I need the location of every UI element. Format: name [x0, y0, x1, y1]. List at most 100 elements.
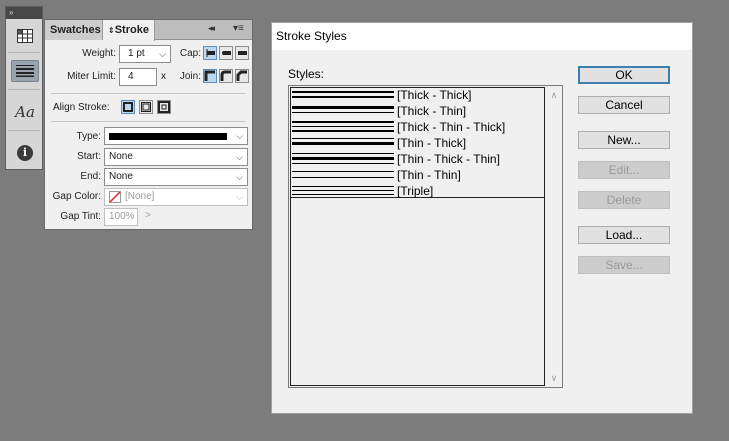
panel-tab-bar: Swatches ⇕Stroke ◂◂ ▾≡ — [45, 20, 252, 41]
tab-stroke-label: Stroke — [114, 24, 149, 36]
projecting-cap-button[interactable] — [235, 46, 249, 60]
styles-items: [Thick - Thick] [Thick - Thin] [Thick - … — [290, 87, 545, 198]
miter-join-button[interactable] — [203, 69, 217, 83]
round-join-button[interactable] — [219, 69, 233, 83]
list-item-label: [Thin - Thick - Thin] — [397, 152, 500, 166]
scroll-down-icon[interactable]: ∨ — [546, 370, 562, 386]
list-item-label: [Thick - Thick] — [397, 88, 472, 102]
start-value: None — [109, 151, 133, 162]
chevron-down-icon: ⌵ — [159, 49, 166, 59]
thin-thin-swatch — [292, 171, 394, 178]
divider — [8, 89, 40, 90]
stroke-panel-button[interactable] — [11, 60, 39, 82]
cap-label: Cap: — [179, 48, 201, 59]
end-value: None — [109, 171, 133, 182]
panel-menu-icon[interactable]: ▾≡ — [233, 23, 244, 34]
stroke-panel: Swatches ⇕Stroke ◂◂ ▾≡ Weight: ▲▼ 1 pt ⌵… — [44, 19, 253, 230]
list-item-thick-thin[interactable]: [Thick - Thin] — [290, 103, 545, 119]
chevron-down-icon: ⌵ — [236, 152, 243, 162]
butt-cap-icon — [206, 49, 215, 57]
butt-cap-button[interactable] — [203, 46, 217, 60]
save-styles-button[interactable]: Save... — [578, 256, 670, 274]
miter-limit-field[interactable]: 4 — [119, 68, 157, 86]
list-item-label: [Thin - Thick] — [397, 136, 467, 150]
thick-thin-thick-swatch — [292, 121, 394, 132]
list-item-triple[interactable]: [Triple] — [290, 183, 545, 199]
list-item-label: [Thin - Thin] — [397, 168, 461, 182]
scroll-up-icon[interactable]: ∧ — [546, 87, 562, 103]
delete-style-button[interactable]: Delete — [578, 191, 670, 209]
styles-label: Styles: — [288, 67, 325, 81]
stroke-type-select[interactable]: ⌵ — [104, 127, 248, 145]
weight-label: Weight: — [82, 48, 116, 59]
bevel-join-icon — [236, 70, 247, 81]
dialog-title-bar[interactable]: Stroke Styles — [272, 23, 692, 50]
end-select[interactable]: None ⌵ — [104, 168, 248, 186]
divider — [8, 52, 40, 53]
ok-button[interactable]: OK — [578, 66, 670, 84]
edit-style-button[interactable]: Edit... — [578, 161, 670, 179]
thin-thick-swatch — [292, 138, 394, 145]
dock-collapse-bar[interactable]: » — [6, 7, 42, 19]
round-cap-button[interactable] — [219, 46, 233, 60]
panel-dock-strip: » Aa i — [5, 6, 43, 170]
solid-line-swatch — [109, 133, 227, 140]
character-styles-icon: Aa — [15, 103, 35, 121]
cancel-button[interactable]: Cancel — [578, 96, 670, 114]
thin-thick-thin-swatch — [292, 153, 394, 164]
chevron-down-icon: ⌵ — [236, 192, 243, 202]
gap-color-select[interactable]: [None] ⌵ — [104, 188, 248, 206]
swatches-panel-button[interactable] — [11, 25, 39, 47]
list-item-label: [Thick - Thin - Thick] — [397, 120, 506, 134]
align-inside-button[interactable] — [139, 100, 153, 114]
gap-tint-label: Gap Tint: — [60, 211, 101, 222]
list-item-thin-thick-thin[interactable]: [Thin - Thick - Thin] — [290, 151, 545, 167]
miter-unit: x — [161, 71, 166, 82]
thick-thick-swatch — [292, 91, 394, 98]
no-color-icon — [109, 191, 121, 203]
new-style-button[interactable]: New... — [578, 131, 670, 149]
expand-icon[interactable]: » — [9, 8, 14, 17]
round-cap-icon — [222, 51, 231, 55]
align-center-button[interactable] — [121, 100, 135, 114]
type-label: Type: — [76, 131, 101, 142]
divider — [8, 130, 40, 131]
stroke-lines-icon — [16, 65, 34, 77]
load-styles-button[interactable]: Load... — [578, 226, 670, 244]
list-item-thick-thin-thick[interactable]: [Thick - Thin - Thick] — [290, 119, 545, 135]
tab-swatches[interactable]: Swatches — [45, 20, 103, 40]
chevron-down-icon: ⌵ — [236, 131, 243, 141]
tab-stroke[interactable]: ⇕Stroke — [103, 20, 155, 41]
dialog-title: Stroke Styles — [276, 29, 347, 43]
styles-listbox[interactable]: [Thick - Thick] [Thick - Thin] [Thick - … — [288, 85, 563, 388]
list-item-thin-thick[interactable]: [Thin - Thick] — [290, 135, 545, 151]
chevron-right-icon[interactable]: > — [145, 210, 151, 221]
gap-tint-value: 100% — [109, 211, 135, 222]
character-styles-button[interactable]: Aa — [11, 101, 39, 123]
align-stroke-label: Align Stroke: — [53, 102, 110, 113]
start-select[interactable]: None ⌵ — [104, 148, 248, 166]
gap-color-value: [None] — [125, 191, 155, 202]
list-item-label: [Triple] — [397, 184, 434, 198]
miter-limit-label: Miter Limit: — [67, 71, 116, 82]
weight-field[interactable]: 1 pt ⌵ — [119, 45, 171, 63]
miter-value: 4 — [128, 71, 134, 82]
gap-tint-field[interactable]: 100% — [104, 208, 138, 226]
align-outside-button[interactable] — [157, 100, 171, 114]
weight-value: 1 pt — [128, 48, 145, 59]
divider — [51, 121, 246, 122]
list-item-thick-thick[interactable]: [Thick - Thick] — [290, 87, 545, 103]
projecting-cap-icon — [238, 51, 247, 55]
align-outside-icon — [158, 101, 170, 113]
info-icon: i — [17, 145, 33, 161]
triple-swatch — [292, 186, 394, 195]
gap-color-label: Gap Color: — [52, 191, 101, 202]
updown-arrows-icon: ⇕ — [108, 26, 115, 35]
collapse-panel-icon[interactable]: ◂◂ — [208, 23, 215, 34]
list-scrollbar[interactable]: ∧ ∨ — [546, 87, 562, 386]
start-label: Start: — [77, 151, 101, 162]
info-panel-button[interactable]: i — [11, 142, 39, 164]
list-item-thin-thin[interactable]: [Thin - Thin] — [290, 167, 545, 183]
join-label: Join: — [179, 71, 201, 82]
bevel-join-button[interactable] — [235, 69, 249, 83]
